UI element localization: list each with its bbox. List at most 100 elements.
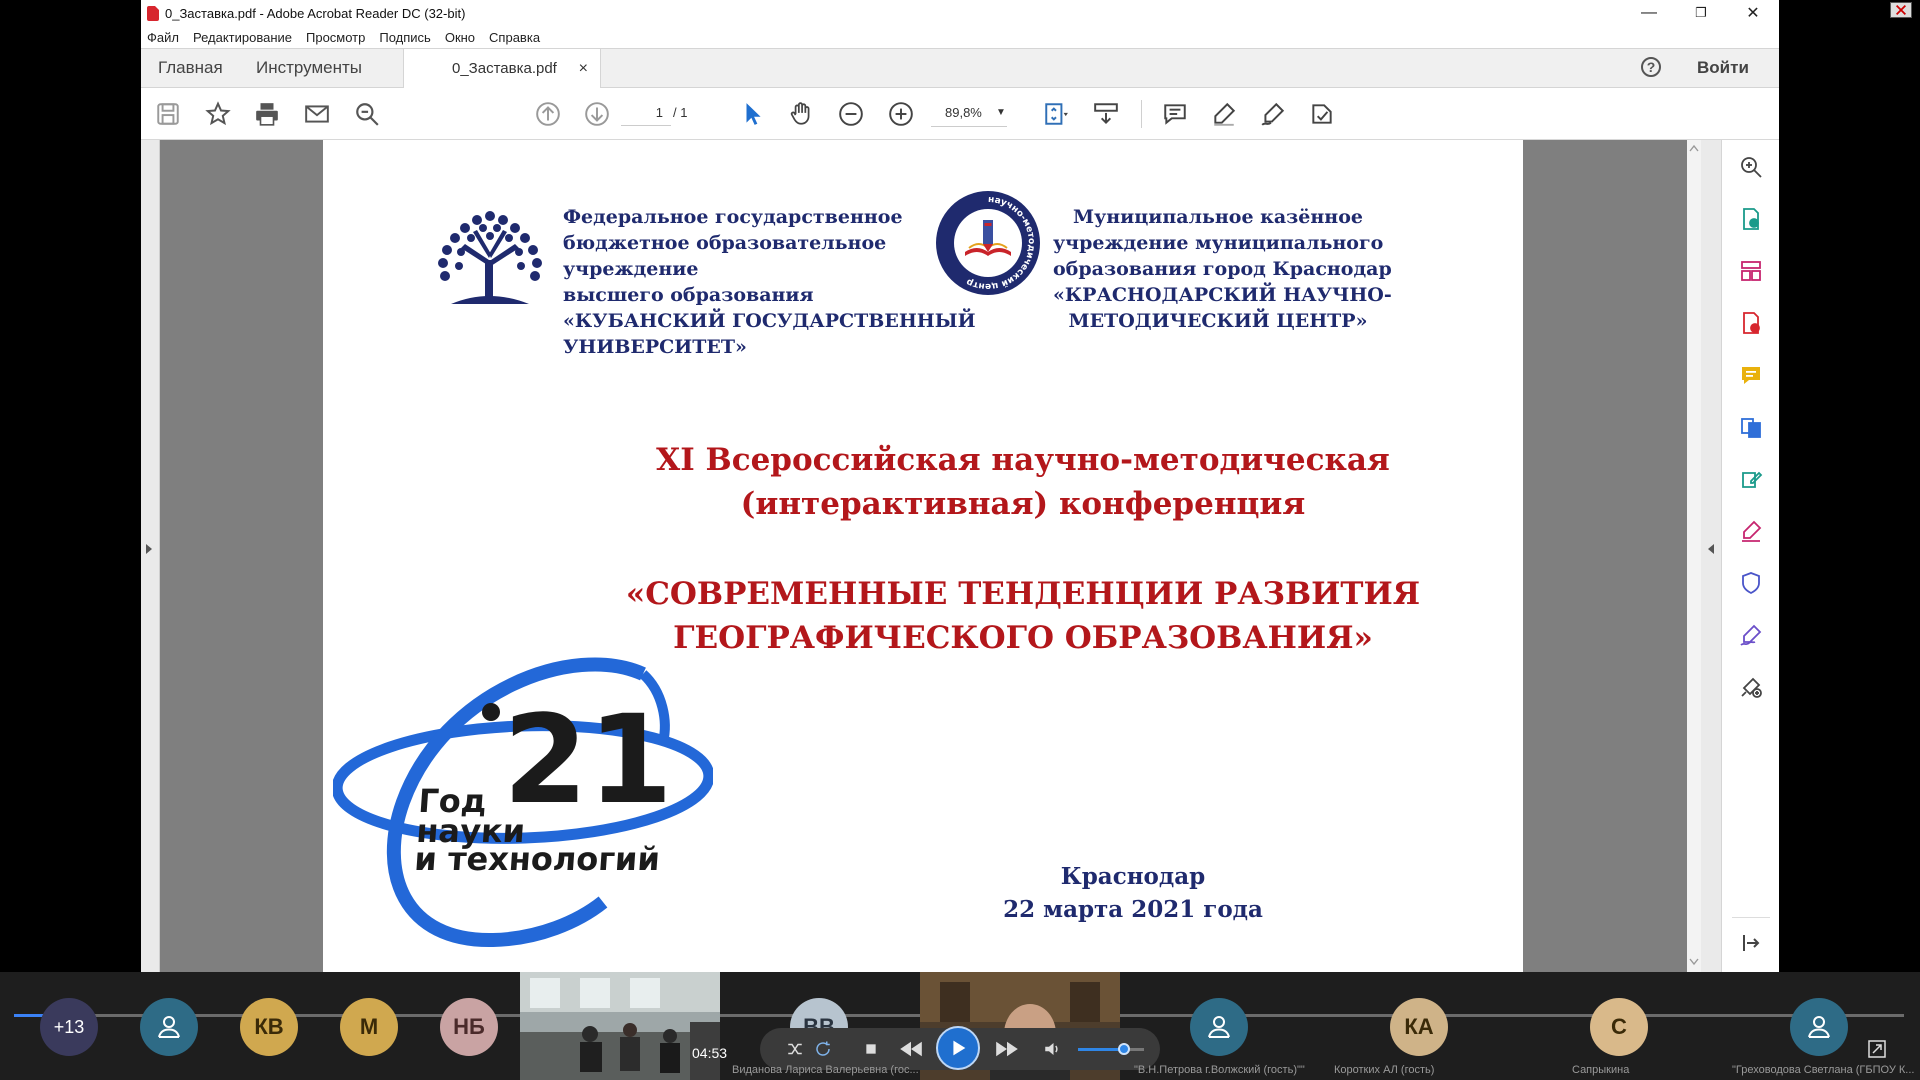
combine-files-icon[interactable] bbox=[1738, 414, 1764, 440]
comment-icon[interactable] bbox=[1160, 99, 1190, 129]
participant-avatar[interactable]: М bbox=[340, 998, 398, 1056]
participant-avatar[interactable] bbox=[1790, 998, 1848, 1056]
city: Краснодар bbox=[1060, 863, 1206, 890]
highlight-pen-icon[interactable] bbox=[1209, 99, 1239, 129]
menu-sign[interactable]: Подпись bbox=[379, 30, 430, 45]
scroll-up-icon[interactable] bbox=[1689, 144, 1699, 152]
user-icon bbox=[1208, 1016, 1230, 1038]
page-number-input[interactable]: 1 bbox=[621, 100, 671, 126]
tools-pane bbox=[1721, 140, 1779, 972]
select-cursor-icon[interactable] bbox=[738, 99, 768, 129]
collapse-pane-icon[interactable] bbox=[1738, 930, 1764, 956]
participant-avatar[interactable]: НБ bbox=[440, 998, 498, 1056]
kubsu-line: бюджетное образовательное bbox=[563, 232, 887, 254]
zoom-dropdown-icon[interactable]: ▼ bbox=[996, 102, 1006, 124]
left-panel-toggle[interactable] bbox=[141, 140, 160, 972]
repeat-icon[interactable] bbox=[812, 1036, 834, 1062]
help-icon[interactable]: ? bbox=[1641, 57, 1661, 77]
expand-view-icon[interactable] bbox=[1868, 1040, 1886, 1058]
menu-window[interactable]: Окно bbox=[445, 30, 475, 45]
stop-icon[interactable] bbox=[860, 1036, 882, 1062]
participant-avatar[interactable]: КА bbox=[1390, 998, 1448, 1056]
create-pdf-icon[interactable] bbox=[1738, 310, 1764, 336]
draw-signature-icon[interactable] bbox=[1258, 99, 1288, 129]
date: 22 марта 2021 года bbox=[1003, 896, 1263, 923]
more-participants-badge[interactable]: +13 bbox=[40, 998, 98, 1056]
more-tools-icon[interactable] bbox=[1738, 674, 1764, 700]
comment-tool-icon[interactable] bbox=[1738, 362, 1764, 388]
participant-video[interactable] bbox=[520, 972, 720, 1080]
menu-bar: Файл Редактирование Просмотр Подпись Окн… bbox=[141, 26, 1779, 48]
volume-slider-knob[interactable] bbox=[1118, 1043, 1131, 1055]
user-icon bbox=[1808, 1016, 1830, 1038]
rewind-icon[interactable] bbox=[896, 1036, 926, 1062]
zoom-in-icon[interactable] bbox=[886, 99, 916, 129]
export-pdf-icon[interactable] bbox=[1738, 206, 1764, 232]
zoom-value: 89,8% bbox=[945, 105, 982, 120]
menu-edit[interactable]: Редактирование bbox=[193, 30, 292, 45]
participant-name: Сапрыкина bbox=[1572, 1064, 1630, 1076]
participant-avatar[interactable] bbox=[140, 998, 198, 1056]
menu-help[interactable]: Справка bbox=[489, 30, 540, 45]
restore-button[interactable]: ❐ bbox=[1675, 0, 1727, 26]
menu-file[interactable]: Файл bbox=[147, 30, 179, 45]
tab-document[interactable]: 0_Заставка.pdf × bbox=[403, 49, 601, 88]
close-button[interactable]: ✕ bbox=[1727, 0, 1779, 26]
previous-page-icon[interactable] bbox=[533, 99, 563, 129]
tab-bar: Главная Инструменты 0_Заставка.pdf × ? В… bbox=[141, 48, 1779, 88]
play-button[interactable] bbox=[936, 1026, 980, 1070]
next-page-icon[interactable] bbox=[582, 99, 612, 129]
expand-left-panel-icon[interactable] bbox=[146, 544, 152, 554]
participant-avatar[interactable] bbox=[1190, 998, 1248, 1056]
participant-name: "Греховодова Светлана (ГБПОУ К... bbox=[1732, 1064, 1915, 1076]
zoom-out-icon[interactable] bbox=[836, 99, 866, 129]
save-icon[interactable] bbox=[153, 99, 183, 129]
zoom-search-icon[interactable] bbox=[352, 99, 382, 129]
close-tab-icon[interactable]: × bbox=[579, 49, 588, 88]
minimize-button[interactable]: — bbox=[1623, 0, 1675, 26]
bookmark-star-icon[interactable] bbox=[203, 99, 233, 129]
shuffle-icon[interactable] bbox=[784, 1036, 806, 1062]
playback-timecode: 04:53 bbox=[692, 1045, 728, 1061]
knmc-line: учреждение муниципального bbox=[1053, 232, 1384, 254]
fast-forward-icon[interactable] bbox=[992, 1036, 1022, 1062]
enhance-zoom-icon[interactable] bbox=[1738, 154, 1764, 180]
email-icon[interactable] bbox=[302, 99, 332, 129]
classroom-video-thumbnail bbox=[520, 972, 720, 1080]
document-area[interactable]: Федеральное государственное бюджетное об… bbox=[141, 140, 1721, 972]
conference-name-line: ГЕОГРАФИЧЕСКОГО ОБРАЗОВАНИЯ» bbox=[673, 620, 1373, 656]
tab-tools[interactable]: Инструменты bbox=[256, 49, 362, 87]
toolbar-separator bbox=[1141, 100, 1142, 128]
print-icon[interactable] bbox=[252, 99, 282, 129]
fit-page-icon[interactable] bbox=[1041, 99, 1071, 129]
knmc-line: образования город Краснодар bbox=[1053, 258, 1392, 280]
conference-title-line: XI Всероссийская научно-методическая bbox=[656, 442, 1390, 478]
tab-home[interactable]: Главная bbox=[158, 49, 223, 87]
organize-pages-icon[interactable] bbox=[1738, 258, 1764, 284]
signin-button[interactable]: Войти bbox=[1697, 49, 1749, 87]
edit-pdf-icon[interactable] bbox=[1738, 466, 1764, 492]
right-panel-toggle[interactable] bbox=[1701, 140, 1721, 972]
request-signature-icon[interactable] bbox=[1738, 622, 1764, 648]
participant-name: Виданова Лариса Валерьевна (гос... bbox=[732, 1064, 919, 1076]
knmc-name: Муниципальное казённое учреждение муници… bbox=[1053, 204, 1392, 334]
vertical-scrollbar[interactable] bbox=[1687, 140, 1701, 972]
protect-shield-icon[interactable] bbox=[1738, 570, 1764, 596]
fill-sign-icon[interactable] bbox=[1307, 99, 1337, 129]
kubsu-line: высшего образования bbox=[563, 284, 814, 306]
scroll-mode-icon[interactable] bbox=[1091, 99, 1121, 129]
fill-sign-tool-icon[interactable] bbox=[1738, 518, 1764, 544]
acrobat-window: 0_Заставка.pdf - Adobe Acrobat Reader DC… bbox=[141, 0, 1779, 972]
conference-title: XI Всероссийская научно-методическая (ин… bbox=[603, 438, 1443, 526]
title-bar: 0_Заставка.pdf - Adobe Acrobat Reader DC… bbox=[141, 0, 1779, 26]
volume-icon[interactable] bbox=[1040, 1036, 1064, 1062]
menu-view[interactable]: Просмотр bbox=[306, 30, 365, 45]
scroll-down-icon[interactable] bbox=[1689, 958, 1699, 966]
participant-avatar[interactable]: С bbox=[1590, 998, 1648, 1056]
collapse-right-panel-icon[interactable] bbox=[1708, 544, 1714, 554]
hand-tool-icon[interactable] bbox=[786, 99, 816, 129]
knmc-line: «КРАСНОДАРСКИЙ НАУЧНО- bbox=[1053, 284, 1392, 306]
participant-avatar[interactable]: КВ bbox=[240, 998, 298, 1056]
kubsu-line: «КУБАНСКИЙ ГОСУДАРСТВЕННЫЙ bbox=[563, 310, 976, 332]
overlay-close-icon[interactable] bbox=[1890, 2, 1912, 18]
